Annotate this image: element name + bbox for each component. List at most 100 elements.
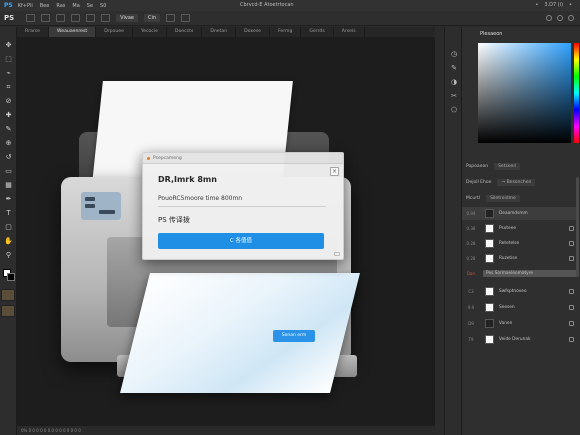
tab-item[interactable]: Gerrds [301, 27, 334, 37]
document-canvas[interactable]: Sonan erm Psepcameng × DR,Imrk 8mn PouoR… [17, 37, 435, 426]
status-indicator-icon: • [535, 2, 539, 8]
healing-icon[interactable]: ✚ [3, 111, 14, 120]
lock-icon[interactable] [569, 337, 574, 342]
hue-slider[interactable] [574, 43, 579, 143]
styles-icon[interactable]: ⬠ [449, 105, 459, 115]
menu-item-layer[interactable]: Ma [72, 3, 79, 9]
lasso-icon[interactable]: ⌁ [3, 69, 14, 78]
layers-scrollbar[interactable] [576, 177, 579, 277]
layer-row[interactable]: Dan Pes Sormaeleomatyre [462, 267, 577, 280]
layer-visibility[interactable]: D9 [465, 321, 477, 326]
share-icon[interactable] [557, 15, 563, 21]
distribute-icon[interactable] [101, 14, 111, 22]
blend-field[interactable]: → Besonchen [497, 179, 536, 186]
layer-filter-field[interactable]: Siletroidme [486, 195, 520, 202]
thumbnail-image[interactable] [1, 305, 15, 317]
layer-thumbnail [485, 254, 494, 263]
layer-visibility[interactable]: 0.94 [465, 211, 477, 216]
marquee-icon[interactable]: ⬚ [3, 55, 14, 64]
search-icon[interactable] [546, 15, 552, 21]
app-logo: PS [4, 2, 13, 9]
menu-item-filter[interactable]: S0 [100, 3, 106, 9]
layer-thumbnail [485, 209, 494, 218]
mode-dropdown[interactable]: Vivae [116, 14, 138, 22]
tab-item[interactable]: Dnetan [202, 27, 237, 37]
layer-visibility[interactable]: 0.38 [465, 226, 477, 231]
layer-row[interactable]: C3 Swfsptnoveo [462, 285, 577, 298]
layer-visibility[interactable]: 9.9 [465, 305, 477, 310]
tab-item[interactable]: Yecocie [133, 27, 167, 37]
adjustments-icon[interactable]: ◑ [449, 77, 459, 87]
tab-item[interactable]: Rrarse [17, 27, 50, 37]
background-color-swatch[interactable] [7, 273, 15, 281]
dialog-header: Psepcameng [143, 153, 343, 164]
color-picker-field[interactable] [478, 43, 571, 143]
layer-row[interactable]: 0.28 Ruzetise [462, 252, 577, 265]
history-brush-icon[interactable]: ↺ [3, 153, 14, 162]
notification-icon[interactable]: • [569, 2, 572, 8]
paper-output-button: Sonan erm [273, 330, 315, 342]
layer-visibility[interactable]: Dan [465, 271, 477, 276]
home-icon[interactable] [26, 14, 36, 22]
tab-item[interactable]: Arseis [334, 27, 365, 37]
lock-icon[interactable] [569, 321, 574, 326]
menu-item-file[interactable]: Kf+Pli [18, 3, 33, 9]
lock-icon[interactable] [569, 241, 574, 246]
properties-field[interactable]: Setsoeri [494, 163, 521, 170]
hand-icon[interactable]: ✋ [3, 237, 14, 246]
dialog-header-label: Psepcameng [153, 155, 182, 161]
layer-visibility[interactable]: 0.28 [465, 241, 477, 246]
brush-icon[interactable]: ✎ [3, 125, 14, 134]
printer-panel-button [85, 197, 95, 201]
layer-row[interactable]: T9 Veide Derunak [462, 333, 577, 346]
gradient-icon[interactable]: ▦ [3, 181, 14, 190]
lock-icon[interactable] [569, 305, 574, 310]
arrange-icon[interactable] [56, 14, 66, 22]
layer-visibility[interactable]: C3 [465, 289, 477, 294]
crop-icon[interactable]: ⌗ [3, 83, 14, 92]
channel-field[interactable]: Cin [143, 14, 161, 22]
blend-row: Dejoll Ehoe → Besonchen [462, 177, 580, 188]
folder-icon[interactable] [41, 14, 51, 22]
thumbnail-image[interactable] [1, 289, 15, 301]
layer-row[interactable]: 9.9 Seesen [462, 301, 577, 314]
tab-item[interactable]: Doxese [236, 27, 270, 37]
layer-row[interactable]: 0.28 Retetelse [462, 237, 577, 250]
move-icon[interactable]: ✥ [3, 41, 14, 50]
workspace-icon[interactable] [568, 15, 574, 21]
stamp-icon[interactable]: ⊕ [3, 139, 14, 148]
eyedropper-icon[interactable]: ⊘ [3, 97, 14, 106]
layer-row[interactable]: D9 Vanen [462, 317, 577, 330]
lock-icon[interactable] [569, 256, 574, 261]
pen-icon[interactable]: ✒ [3, 195, 14, 204]
layer-filter-label: Mcurtl [466, 196, 481, 201]
lock-icon[interactable] [569, 226, 574, 231]
eraser-icon[interactable]: ▭ [3, 167, 14, 176]
view-icon[interactable] [181, 14, 191, 22]
tab-item[interactable]: Drpouee [96, 27, 133, 37]
layer-visibility[interactable]: 0.28 [465, 256, 477, 261]
resize-handle-icon[interactable] [334, 252, 340, 256]
shape-icon[interactable]: ▢ [3, 223, 14, 232]
tab-item[interactable]: Fermg [270, 27, 302, 37]
layer-row[interactable]: 0.38 Psoteee [462, 222, 577, 235]
menu-item-image[interactable]: Ras [56, 3, 65, 9]
history-icon[interactable]: ◷ [449, 49, 459, 59]
menu-item-select[interactable]: Se [87, 3, 93, 9]
properties-label: Popoaeon [466, 164, 489, 169]
grid-icon[interactable] [166, 14, 176, 22]
align-icon[interactable] [86, 14, 96, 22]
transform-icon[interactable] [71, 14, 81, 22]
lock-icon[interactable] [569, 289, 574, 294]
properties-icon[interactable]: ✂ [449, 91, 459, 101]
layer-row[interactable]: 0.94 Deaamdsmm [462, 207, 577, 220]
tab-item-active[interactable]: Weauaenrest [49, 27, 97, 37]
layer-visibility[interactable]: T9 [465, 337, 477, 342]
dialog-primary-button[interactable]: C 各值值 [158, 233, 324, 249]
zoom-icon[interactable]: ⚲ [3, 251, 14, 260]
menu-item-edit[interactable]: Bee [40, 3, 50, 9]
tab-item[interactable]: Doeccts [167, 27, 203, 37]
brush-settings-icon[interactable]: ✎ [449, 63, 459, 73]
text-icon[interactable]: T [3, 209, 14, 218]
close-icon[interactable]: × [330, 167, 339, 176]
